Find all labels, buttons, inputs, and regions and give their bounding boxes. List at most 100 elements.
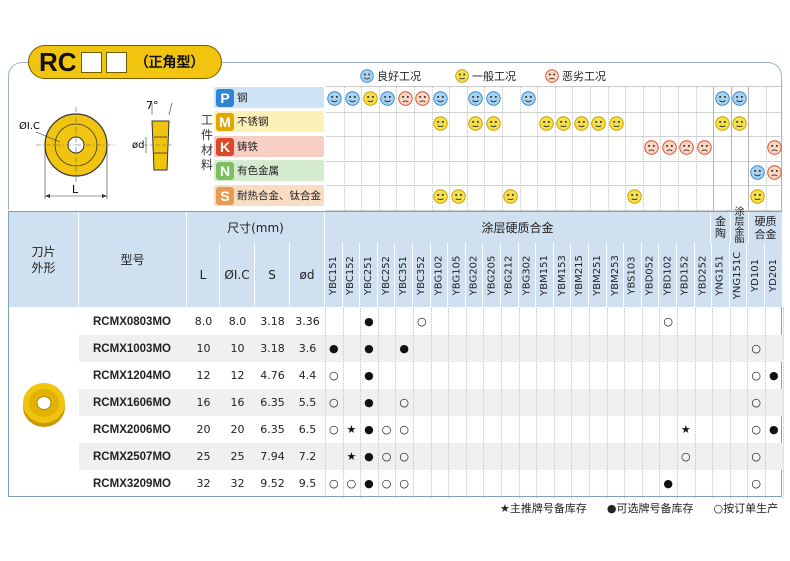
smiley-normal-icon	[609, 115, 624, 131]
dim-cell-l: 8.0	[194, 315, 213, 328]
grade-code: YBM151	[538, 254, 550, 296]
legend-footer: ★主推牌号备库存 ●可选牌号备库存 ○按订单生产	[500, 500, 778, 516]
dim-cell-d: 9.5	[298, 477, 317, 490]
grade-code: YBC351	[398, 255, 410, 295]
dim-cell-s: 3.18	[260, 342, 285, 355]
grade-mark-ybc351: ○	[399, 450, 409, 463]
grade-mark-ybc151: ●	[328, 342, 339, 355]
smiley-normal-icon	[749, 189, 765, 205]
smiley-good-icon	[732, 91, 747, 106]
col-separator	[606, 308, 608, 498]
smiley-normal-icon	[714, 115, 730, 131]
grade-header-ybm215: YBM215	[571, 243, 589, 307]
smiley-normal-icon	[433, 189, 448, 205]
grade-header-ybd252: YBD252	[694, 243, 713, 307]
header-model: 型号	[79, 212, 187, 308]
grade-header-yd101: YD101	[747, 243, 765, 307]
smiley-normal-icon	[433, 115, 448, 131]
grade-header-ybg202: YBG202	[465, 243, 484, 307]
model-cell: RCMX1204MO	[93, 369, 171, 382]
grade-mark-yd101: ○	[751, 477, 761, 490]
smiley-good-icon	[521, 91, 536, 106]
placeholder-box-2	[105, 51, 127, 73]
work-material-label: 工件材料	[201, 113, 214, 172]
dim-cell-ic: 16	[230, 396, 245, 409]
dim-cell-d: 3.6	[298, 342, 317, 355]
grade-mark-yd201: ●	[768, 369, 779, 382]
footer-dot: ●可选牌号备库存	[606, 502, 694, 515]
dim-cell-l: 25	[196, 450, 211, 463]
col-separator	[589, 308, 590, 498]
dim-cell-d: 6.5	[298, 423, 317, 436]
grade-code: YD101	[750, 258, 762, 292]
material-name: 有色金属	[237, 165, 279, 177]
dim-cell-d: 4.4	[298, 369, 317, 382]
material-suitability-grid	[326, 86, 783, 211]
col-separator	[747, 308, 749, 498]
dim-cell-s: 6.35	[260, 423, 285, 436]
dim-cell-l: 12	[196, 369, 211, 382]
grade-mark-ybc252: ○	[381, 477, 392, 490]
smiley-normal-icon	[538, 115, 554, 131]
grid-col-line	[607, 87, 609, 210]
insert-shape-image	[23, 383, 65, 427]
material-row-n: N 有色金属	[214, 160, 324, 181]
grade-code: YBC151	[327, 255, 339, 295]
dim-cell-ic: 20	[230, 423, 245, 436]
grade-header-ybd052: YBD052	[641, 243, 660, 307]
grade-mark-yd101: ○	[751, 450, 761, 463]
dim-cell-s: 9.52	[260, 477, 285, 490]
col-separator	[360, 308, 362, 498]
col-separator	[395, 308, 397, 498]
placeholder-box-1	[80, 51, 102, 73]
grade-header-ybg302: YBG302	[518, 243, 537, 307]
legend-normal-label: 一般工况	[472, 70, 516, 83]
grade-mark-ybc251: ●	[364, 477, 374, 490]
grade-mark-ybd102: ●	[663, 477, 673, 490]
smiley-bad-icon	[697, 140, 712, 155]
grade-mark-ybc251: ●	[364, 423, 374, 436]
grade-mark-yd201: ●	[768, 423, 779, 436]
smiley-normal-icon	[450, 189, 466, 205]
grade-mark-ybd102: ○	[663, 315, 673, 328]
grade-mark-yd101: ○	[751, 342, 761, 355]
smiley-normal-icon	[556, 115, 571, 131]
smiley-good-icon	[485, 91, 501, 106]
dim-cell-s: 7.94	[260, 450, 285, 463]
grade-code: YBM251	[591, 254, 603, 296]
dim-cell-ic: 32	[230, 477, 245, 490]
grade-code: YNG151	[714, 254, 726, 296]
grade-header-ybm151: YBM151	[536, 243, 554, 307]
grade-mark-ybd152: ★	[680, 423, 691, 436]
grade-header-ybm153: YBM153	[553, 243, 572, 307]
grade-header-ybd102: YBD102	[659, 243, 677, 307]
smiley-normal-icon	[503, 189, 519, 205]
material-name: 铸铁	[237, 141, 258, 153]
grade-code: YBM215	[574, 254, 586, 296]
dim-cell-ic: 10	[230, 342, 245, 355]
material-row-s: S 耐热合金、钛合金	[214, 185, 324, 206]
grade-header-ybc152: YBC152	[342, 243, 361, 307]
grade-header-ybg212: YBG212	[501, 243, 519, 307]
grade-code: YBD052	[644, 255, 656, 295]
dim-cell-l: 32	[196, 477, 211, 490]
grade-header-ybg105: YBG105	[448, 243, 466, 307]
dim-cell-l: 20	[196, 423, 211, 436]
material-name: 不锈钢	[237, 116, 269, 128]
grade-code: YBM253	[609, 254, 621, 296]
smiley-normal-icon	[626, 189, 642, 205]
grade-mark-ybc351: ○	[399, 423, 409, 436]
smiley-good-icon	[380, 91, 395, 106]
col-separator	[624, 308, 626, 498]
grade-mark-ybd152: ○	[680, 450, 691, 463]
grade-mark-ybc151: ○	[328, 477, 339, 490]
grade-code: YBC352	[415, 255, 427, 295]
grade-code: YBG102	[433, 255, 445, 295]
col-separator	[536, 308, 538, 498]
smiley-bad-icon	[397, 91, 413, 106]
legend-bad: 恶劣工况	[545, 68, 606, 84]
drawing-ic-label: ØI.C	[19, 120, 40, 132]
dim-cell-s: 6.35	[260, 396, 285, 409]
grid-col-line	[554, 87, 556, 210]
grade-mark-ybc252: ○	[381, 450, 392, 463]
